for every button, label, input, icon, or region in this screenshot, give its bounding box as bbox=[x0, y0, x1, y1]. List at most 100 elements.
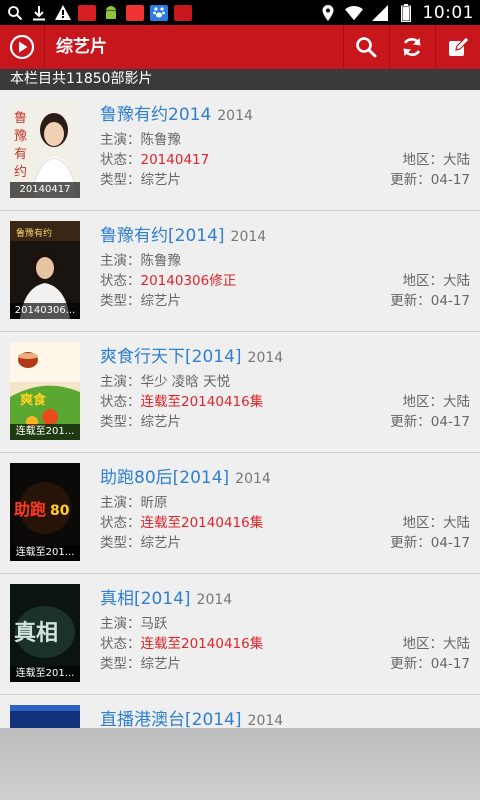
download-icon bbox=[30, 4, 48, 22]
status-line: 状态：20140306修正 bbox=[100, 269, 236, 289]
list-item[interactable]: 鲁豫有约 20140306... 鲁豫有约[2014] 2014 主演：陈鲁豫 状… bbox=[0, 211, 480, 332]
warning-icon bbox=[54, 4, 72, 22]
update-value: 04-17 bbox=[430, 172, 470, 188]
list-item[interactable]: 直播港澳台[2014] 2014 bbox=[0, 695, 480, 728]
year-label: 2014 bbox=[230, 229, 267, 245]
status-bar: 10:01 bbox=[0, 0, 480, 25]
label: 主演： bbox=[100, 616, 141, 632]
label: 更新： bbox=[390, 656, 431, 672]
starring-line: 主演：华少 凌晗 天悦 bbox=[100, 370, 230, 390]
item-title[interactable]: 真相[2014] 2014 bbox=[100, 584, 232, 609]
app-logo-button[interactable] bbox=[0, 25, 44, 69]
poster-thumbnail[interactable] bbox=[10, 705, 80, 728]
update-value: 04-17 bbox=[430, 656, 470, 672]
system-icons: 10:01 bbox=[319, 2, 475, 23]
label: 地区： bbox=[402, 515, 444, 531]
bottom-bar bbox=[0, 728, 480, 800]
app-icon bbox=[174, 4, 192, 21]
status-value: 20140306修正 bbox=[140, 273, 237, 289]
type-value: 综艺片 bbox=[140, 414, 182, 430]
label: 主演： bbox=[100, 374, 141, 390]
poster-thumbnail[interactable]: 鲁 豫 有 约 20140417 bbox=[10, 100, 80, 198]
item-title[interactable]: 爽食行天下[2014] 2014 bbox=[100, 342, 283, 367]
search-button[interactable] bbox=[344, 25, 388, 69]
refresh-icon bbox=[403, 38, 421, 56]
starring-line: 主演：陈鲁豫 bbox=[100, 128, 181, 148]
item-title[interactable]: 直播港澳台[2014] 2014 bbox=[100, 705, 283, 728]
region-value: 大陆 bbox=[443, 394, 470, 410]
toolbar: 综艺片 bbox=[0, 25, 480, 69]
list-item[interactable]: 鲁 豫 有 约 20140417 鲁豫有约2014 2014 主演：陈鲁豫 状态：… bbox=[0, 90, 480, 211]
thumbnail-caption: 20140417 bbox=[10, 182, 80, 198]
label: 地区： bbox=[402, 636, 444, 652]
type-line: 类型：综艺片 bbox=[100, 652, 181, 672]
starring-value: 陈鲁豫 bbox=[140, 253, 182, 269]
label: 更新： bbox=[390, 414, 431, 430]
title-text: 鲁豫有约2014 bbox=[100, 105, 212, 125]
poster-thumbnail[interactable]: 鲁豫有约 20140306... bbox=[10, 221, 80, 319]
edit-button[interactable] bbox=[436, 25, 480, 69]
year-label: 2014 bbox=[196, 592, 233, 608]
poster-thumbnail[interactable]: 爽食 连载至201... bbox=[10, 342, 80, 440]
title-text: 鲁豫有约[2014] bbox=[100, 226, 225, 246]
title-text: 爽食行天下[2014] bbox=[100, 347, 242, 367]
toolbar-divider bbox=[44, 25, 45, 69]
signal-icon bbox=[371, 4, 389, 22]
type-value: 综艺片 bbox=[140, 535, 182, 551]
svg-text:80: 80 bbox=[50, 503, 70, 519]
label: 类型： bbox=[100, 535, 141, 551]
play-circle-icon bbox=[9, 34, 35, 60]
app-icon bbox=[126, 4, 144, 21]
list-item[interactable]: 助跑 80 连载至201... 助跑80后[2014] 2014 主演：昕原 状态… bbox=[0, 453, 480, 574]
title-text: 助跑80后[2014] bbox=[100, 468, 230, 488]
search-icon bbox=[356, 37, 377, 58]
battery-icon bbox=[397, 3, 415, 22]
poster-thumbnail[interactable]: 助跑 80 连载至201... bbox=[10, 463, 80, 561]
update-line: 更新：04-17 bbox=[390, 289, 470, 309]
thumbnail-caption: 20140306... bbox=[10, 303, 80, 319]
status-value: 连载至20140416集 bbox=[140, 394, 264, 410]
region-line: 地区：大陆 bbox=[403, 148, 471, 168]
svg-text:爽食: 爽食 bbox=[20, 392, 47, 408]
list-item[interactable]: 爽食 连载至201... 爽食行天下[2014] 2014 主演：华少 凌晗 天悦… bbox=[0, 332, 480, 453]
thumbnail-caption: 连载至201... bbox=[10, 666, 80, 682]
svg-text:鲁豫有约: 鲁豫有约 bbox=[16, 227, 52, 239]
label: 类型： bbox=[100, 293, 141, 309]
status-line: 状态：连载至20140416集 bbox=[100, 632, 263, 652]
label: 更新： bbox=[390, 293, 431, 309]
starring-line: 主演：陈鲁豫 bbox=[100, 249, 181, 269]
item-title[interactable]: 助跑80后[2014] 2014 bbox=[100, 463, 271, 488]
poster-thumbnail[interactable]: 真相 连载至201... bbox=[10, 584, 80, 682]
label: 主演： bbox=[100, 495, 141, 511]
svg-text:豫: 豫 bbox=[14, 129, 27, 144]
status-line: 状态：20140417 bbox=[100, 148, 209, 168]
status-line: 状态：连载至20140416集 bbox=[100, 511, 263, 531]
svg-text:助跑: 助跑 bbox=[14, 500, 46, 519]
list-item[interactable]: 真相 连载至201... 真相[2014] 2014 主演：马跃 状态：连载至20… bbox=[0, 574, 480, 695]
label: 主演： bbox=[100, 132, 141, 148]
app-icon bbox=[78, 4, 96, 21]
region-line: 地区：大陆 bbox=[403, 632, 471, 652]
status-value: 连载至20140416集 bbox=[140, 515, 264, 531]
page-title: 综艺片 bbox=[56, 37, 107, 57]
update-value: 04-17 bbox=[430, 535, 470, 551]
label: 更新： bbox=[390, 172, 431, 188]
type-line: 类型：综艺片 bbox=[100, 531, 181, 551]
type-line: 类型：综艺片 bbox=[100, 168, 181, 188]
item-title[interactable]: 鲁豫有约[2014] 2014 bbox=[100, 221, 266, 246]
label: 地区： bbox=[402, 152, 444, 168]
refresh-button[interactable] bbox=[390, 25, 434, 69]
result-count-bar: 本栏目共11850部影片 bbox=[0, 69, 480, 90]
svg-text:有: 有 bbox=[14, 147, 27, 162]
update-line: 更新：04-17 bbox=[390, 410, 470, 430]
starring-value: 马跃 bbox=[140, 616, 168, 632]
type-line: 类型：综艺片 bbox=[100, 289, 181, 309]
region-value: 大陆 bbox=[443, 152, 470, 168]
svg-text:约: 约 bbox=[14, 165, 27, 180]
starring-value: 昕原 bbox=[140, 495, 168, 511]
type-line: 类型：综艺片 bbox=[100, 410, 181, 430]
status-value: 连载至20140416集 bbox=[140, 636, 264, 652]
label: 主演： bbox=[100, 253, 141, 269]
video-list[interactable]: 鲁 豫 有 约 20140417 鲁豫有约2014 2014 主演：陈鲁豫 状态：… bbox=[0, 90, 480, 728]
item-title[interactable]: 鲁豫有约2014 2014 bbox=[100, 100, 253, 125]
